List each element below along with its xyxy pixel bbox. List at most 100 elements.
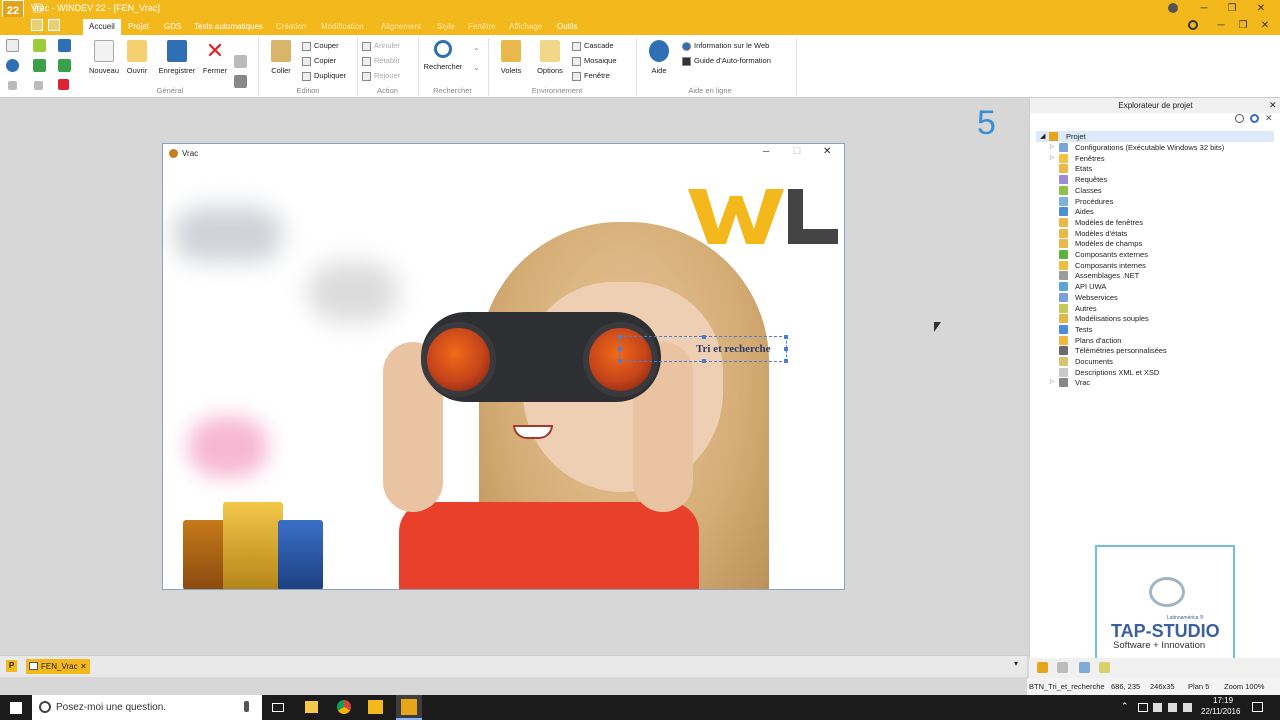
graph-tab-icon[interactable] xyxy=(1057,662,1068,673)
tree-item[interactable]: Plans d'action xyxy=(1075,335,1121,346)
tree-item[interactable]: Composants internes xyxy=(1075,260,1146,271)
options-button[interactable]: Options xyxy=(531,40,569,75)
tray-chevron-icon[interactable]: ⌃ xyxy=(1121,701,1129,712)
explorer-search-icon[interactable] xyxy=(1235,114,1244,123)
selection-handle[interactable] xyxy=(618,347,622,351)
tab-modification[interactable]: Modification xyxy=(315,19,370,35)
task-view-icon[interactable] xyxy=(272,703,284,712)
tree-item[interactable]: Descriptions XML et XSD xyxy=(1075,367,1159,378)
tab-accueil[interactable]: Accueil xyxy=(83,19,121,35)
doc-tab-icon[interactable] xyxy=(1079,662,1090,673)
tree-item[interactable]: Documents xyxy=(1075,356,1113,367)
tab-alignement[interactable]: Alignement xyxy=(375,19,427,35)
hierarchy-icon[interactable] xyxy=(58,79,69,90)
sync-icon[interactable] xyxy=(6,59,19,72)
tree-item[interactable]: Télémétries personnalisées xyxy=(1075,345,1167,356)
doc-minimize-button[interactable]: ─ xyxy=(1209,17,1233,34)
chevron-down-icon[interactable]: ⌄ xyxy=(473,63,480,72)
tree-item[interactable]: Modélisations souples xyxy=(1075,313,1149,324)
qa-grid-icon[interactable] xyxy=(48,19,60,31)
tab-affichage[interactable]: Affichage xyxy=(503,19,548,35)
panel-close-icon[interactable]: ✕ xyxy=(1269,100,1277,111)
tree-item[interactable]: Aides xyxy=(1075,206,1094,217)
restore-button[interactable]: ❐ xyxy=(1220,0,1244,17)
run-icon[interactable] xyxy=(33,59,46,72)
tree-root[interactable]: ◢ Projet xyxy=(1036,131,1274,142)
tree-item[interactable]: Vrac xyxy=(1075,377,1090,388)
annuler-button[interactable]: Annuler xyxy=(362,39,417,53)
explorer-icon[interactable] xyxy=(305,701,318,713)
retablir-button[interactable]: Rétablir xyxy=(362,54,417,68)
tree-item[interactable]: Classes xyxy=(1075,185,1102,196)
doc-close-button[interactable]: ✕ xyxy=(1253,17,1277,34)
selection-handle[interactable] xyxy=(784,359,788,363)
tree-item[interactable]: Webservices xyxy=(1075,292,1118,303)
expand-arrow-icon[interactable]: ◢ xyxy=(1040,132,1045,140)
enregistrer-button[interactable]: Enregistrer xyxy=(155,40,199,75)
qa-new-icon[interactable] xyxy=(31,19,43,31)
explorer-collapse-icon[interactable]: ✕ xyxy=(1265,113,1273,124)
expand-arrow-icon[interactable]: ▷ xyxy=(1050,143,1055,150)
test-icon[interactable] xyxy=(58,59,71,72)
redo-small-icon[interactable] xyxy=(34,81,43,90)
tab-creation[interactable]: Création xyxy=(270,19,312,35)
notifications-icon[interactable] xyxy=(1252,702,1263,712)
cascade-button[interactable]: Cascade xyxy=(572,39,627,53)
window-vrac[interactable]: Vrac ─ ☐ ✕ Tri et recherche xyxy=(162,143,845,590)
selection-handle[interactable] xyxy=(618,359,622,363)
microphone-icon[interactable] xyxy=(244,701,249,712)
tree-item[interactable]: Assemblages .NET xyxy=(1075,270,1139,281)
tab-gds[interactable]: GDS xyxy=(158,19,187,35)
windev-22-taskbar-icon[interactable] xyxy=(396,695,422,720)
dropdown-arrow-icon[interactable]: ▾ xyxy=(1014,659,1018,668)
tree-item[interactable]: Procédures xyxy=(1075,196,1113,207)
volume-icon[interactable] xyxy=(1153,703,1162,712)
selection-handle[interactable] xyxy=(702,335,706,339)
search-icon[interactable] xyxy=(1188,20,1198,30)
fermer-button[interactable]: ✕ Fermer xyxy=(196,40,234,76)
tab-projet[interactable]: Projet xyxy=(122,19,155,35)
fenetre-button[interactable]: Fenêtre xyxy=(572,69,627,83)
folder-tab-icon[interactable] xyxy=(1099,662,1110,673)
chrome-icon[interactable] xyxy=(337,700,351,714)
mosaique-button[interactable]: Mosaique xyxy=(572,54,627,68)
open-small-icon[interactable] xyxy=(33,39,46,52)
language-icon[interactable] xyxy=(1183,703,1192,712)
print-icon[interactable] xyxy=(234,55,247,68)
tab-fenetre[interactable]: Fenêtre xyxy=(462,19,502,35)
tab-tests[interactable]: Tests automatiques xyxy=(188,19,269,35)
project-p-icon[interactable]: P xyxy=(6,660,17,672)
windev-wl-icon[interactable] xyxy=(368,700,383,714)
ouvrir-button[interactable]: Ouvrir xyxy=(118,40,156,75)
expand-arrow-icon[interactable]: ▷ xyxy=(1050,154,1055,161)
couper-button[interactable]: Couper xyxy=(302,39,357,53)
tree-item[interactable]: Configurations (Exécutable Windows 32 bi… xyxy=(1075,142,1224,153)
explorer-refresh-icon[interactable] xyxy=(1250,114,1259,123)
tree-item[interactable]: Etats xyxy=(1075,163,1092,174)
caption-maximize-button[interactable]: ☐ xyxy=(793,146,801,157)
tree-item[interactable]: API UWA xyxy=(1075,281,1106,292)
start-icon[interactable] xyxy=(10,702,22,714)
undo-small-icon[interactable] xyxy=(8,81,17,90)
selection-handle[interactable] xyxy=(702,359,706,363)
selection-handle[interactable] xyxy=(784,335,788,339)
tree-item[interactable]: Modèles de fenêtres xyxy=(1075,217,1143,228)
tree-item[interactable]: Autres xyxy=(1075,303,1097,314)
wifi-icon[interactable] xyxy=(1168,703,1177,712)
help-icon[interactable] xyxy=(1168,3,1178,13)
dupliquer-button[interactable]: Dupliquer xyxy=(302,69,357,83)
clock-date[interactable]: 22/11/2016 xyxy=(1201,707,1240,716)
network-icon[interactable] xyxy=(1138,703,1148,712)
tab-style[interactable]: Style xyxy=(431,19,461,35)
volets-button[interactable]: Volets xyxy=(492,40,530,75)
save-small-icon[interactable] xyxy=(58,39,71,52)
chevron-up-icon[interactable]: ⌃ xyxy=(473,47,480,56)
doc-tab-close-icon[interactable]: ✕ xyxy=(80,659,87,674)
caption-close-button[interactable]: ✕ xyxy=(823,146,831,157)
caption-minimize-button[interactable]: ─ xyxy=(763,146,769,156)
cortana-search-input[interactable]: Posez-moi une question. xyxy=(32,695,262,720)
copier-button[interactable]: Copier xyxy=(302,54,357,68)
selection-handle[interactable] xyxy=(618,335,622,339)
info-web-button[interactable]: Information sur le Web xyxy=(682,39,792,53)
project-tab-icon[interactable] xyxy=(1037,662,1048,673)
